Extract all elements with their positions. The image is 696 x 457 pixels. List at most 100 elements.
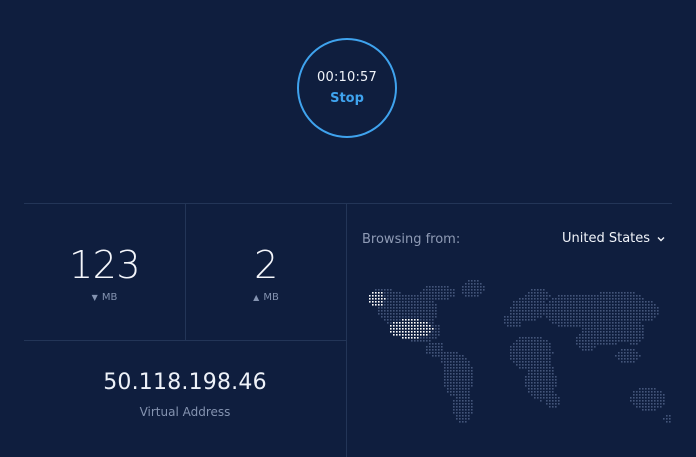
- map-dot: [606, 310, 608, 312]
- map-dot: [507, 322, 509, 324]
- map-dot: [450, 358, 452, 360]
- map-dot: [540, 373, 542, 375]
- map-dot: [624, 298, 626, 300]
- map-dot: [471, 376, 473, 378]
- map-dot: [483, 286, 485, 288]
- map-dot: [543, 388, 545, 390]
- map-dot: [603, 295, 605, 297]
- map-dot: [513, 325, 515, 327]
- map-dot: [633, 340, 635, 342]
- map-dot: [462, 409, 464, 411]
- map-dot: [510, 310, 512, 312]
- map-dot: [531, 304, 533, 306]
- map-dot: [546, 400, 548, 402]
- map-dot: [432, 310, 434, 312]
- map-dot: [546, 403, 548, 405]
- map-dot: [507, 316, 509, 318]
- map-dot: [531, 289, 533, 291]
- map-dot: [654, 394, 656, 396]
- map-dot: [525, 319, 527, 321]
- map-dot-highlight: [417, 328, 419, 330]
- map-dot: [465, 382, 467, 384]
- map-dot: [609, 319, 611, 321]
- map-dot: [567, 295, 569, 297]
- map-dot: [471, 370, 473, 372]
- map-dot: [429, 319, 431, 321]
- map-dot: [531, 379, 533, 381]
- map-dot: [651, 313, 653, 315]
- map-dot: [537, 310, 539, 312]
- map-dot: [597, 316, 599, 318]
- browsing-from-label: Browsing from:: [362, 232, 461, 247]
- map-dot: [624, 304, 626, 306]
- connection-timer-stop-button[interactable]: 00:10:57 Stop: [297, 38, 397, 138]
- map-dot: [540, 382, 542, 384]
- map-dot: [534, 373, 536, 375]
- map-dot: [477, 295, 479, 297]
- map-dot: [597, 337, 599, 339]
- map-dot: [546, 352, 548, 354]
- download-unit-row: ▼ MB: [92, 292, 118, 303]
- map-dot-highlight: [405, 334, 407, 336]
- map-dot: [645, 397, 647, 399]
- map-dot: [441, 358, 443, 360]
- map-dot: [543, 340, 545, 342]
- map-dot: [585, 298, 587, 300]
- map-dot-highlight: [408, 334, 410, 336]
- map-dot: [573, 316, 575, 318]
- map-dot: [552, 298, 554, 300]
- map-dot-highlight: [408, 331, 410, 333]
- map-dot-highlight: [420, 325, 422, 327]
- map-dot: [540, 370, 542, 372]
- map-dot: [525, 358, 527, 360]
- stop-button-label[interactable]: Stop: [330, 91, 364, 106]
- map-dot: [543, 343, 545, 345]
- map-dot: [576, 322, 578, 324]
- map-dot: [465, 361, 467, 363]
- map-dot: [423, 295, 425, 297]
- map-dot: [651, 391, 653, 393]
- map-dot: [396, 304, 398, 306]
- map-dot: [429, 346, 431, 348]
- map-dot: [585, 331, 587, 333]
- map-dot: [390, 304, 392, 306]
- map-dot: [390, 316, 392, 318]
- map-dot: [396, 307, 398, 309]
- map-dot: [516, 304, 518, 306]
- map-dot: [570, 301, 572, 303]
- map-dot: [399, 310, 401, 312]
- map-dot: [393, 313, 395, 315]
- map-dot: [450, 385, 452, 387]
- map-dot: [477, 292, 479, 294]
- map-dot: [534, 346, 536, 348]
- map-dot: [630, 319, 632, 321]
- map-dot: [393, 295, 395, 297]
- map-dot: [579, 301, 581, 303]
- map-dot: [615, 355, 617, 357]
- map-dot: [405, 307, 407, 309]
- map-dot: [642, 397, 644, 399]
- map-dot: [411, 316, 413, 318]
- map-dot: [639, 403, 641, 405]
- map-dot: [525, 376, 527, 378]
- map-dot: [564, 316, 566, 318]
- map-dot: [627, 316, 629, 318]
- map-dot: [618, 334, 620, 336]
- map-dot: [549, 343, 551, 345]
- map-dot: [555, 310, 557, 312]
- map-dot: [516, 313, 518, 315]
- map-dot: [528, 295, 530, 297]
- map-dot: [540, 376, 542, 378]
- map-dot: [438, 349, 440, 351]
- map-dot: [396, 292, 398, 294]
- map-dot: [666, 415, 668, 417]
- map-dot-highlight: [411, 337, 413, 339]
- map-dot: [612, 340, 614, 342]
- map-dot: [528, 319, 530, 321]
- map-dot: [582, 295, 584, 297]
- map-dot: [438, 355, 440, 357]
- country-dropdown[interactable]: United States: [562, 231, 666, 246]
- map-dot: [633, 397, 635, 399]
- map-dot: [459, 409, 461, 411]
- map-dot: [600, 301, 602, 303]
